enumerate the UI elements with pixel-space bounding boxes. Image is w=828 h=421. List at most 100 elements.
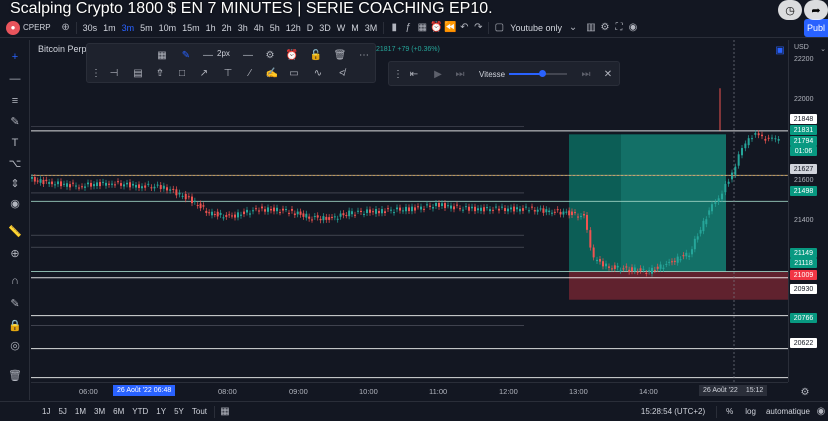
timeframe-m[interactable]: M xyxy=(348,23,362,33)
clock-icon[interactable]: ◷ xyxy=(778,0,802,20)
axis-settings-icon[interactable]: ⚙ xyxy=(798,385,812,399)
dash-icon[interactable]: — xyxy=(241,48,255,62)
price-chart[interactable] xyxy=(31,40,788,382)
vertical-line-icon[interactable]: ⊤ xyxy=(221,66,235,80)
fib-icon[interactable]: ≡ xyxy=(8,94,22,108)
alert-add-icon[interactable]: ⏰ xyxy=(285,48,299,62)
add-symbol-icon[interactable]: ⊕ xyxy=(59,21,73,35)
path-icon[interactable]: ∿ xyxy=(311,66,325,80)
speed-slider-knob[interactable] xyxy=(539,70,546,77)
log-toggle[interactable]: log xyxy=(745,407,756,416)
alert-icon[interactable]: ⏰ xyxy=(429,21,443,35)
text-icon[interactable]: T xyxy=(8,136,22,150)
range-1j[interactable]: 1J xyxy=(38,407,54,416)
line-width-label[interactable]: 2px xyxy=(217,49,230,58)
candle-style-icon[interactable]: ▮ xyxy=(387,21,401,35)
auto-toggle[interactable]: automatique xyxy=(766,407,810,416)
timeframe-1m[interactable]: 1m xyxy=(100,23,119,33)
timeframe-3m[interactable]: 3M xyxy=(362,23,381,33)
timeframe-w[interactable]: W xyxy=(334,23,349,33)
watchlist-dropdown[interactable]: Youtube only xyxy=(510,23,562,33)
timeframe-30s[interactable]: 30s xyxy=(80,23,101,33)
trend-line-icon[interactable]: — xyxy=(8,72,22,86)
percent-toggle[interactable]: % xyxy=(726,407,733,416)
range-icon[interactable]: ≮ xyxy=(335,66,349,80)
range-5j[interactable]: 5J xyxy=(54,407,70,416)
lock-icon[interactable]: 🔒 xyxy=(8,318,22,332)
timeframe-3h[interactable]: 3h xyxy=(235,23,251,33)
drag-handle-icon[interactable]: ⋮ xyxy=(391,67,405,81)
currency-label[interactable]: USD xyxy=(794,44,809,51)
drag-handle-icon[interactable]: ⋮ xyxy=(89,66,103,80)
range-5y[interactable]: 5Y xyxy=(170,407,188,416)
pencil-lock-icon[interactable]: ✎ xyxy=(8,296,22,310)
timeframe-15m[interactable]: 15m xyxy=(179,23,203,33)
ruler-small-icon[interactable]: ◉ xyxy=(814,405,828,419)
camera-icon[interactable]: ◉ xyxy=(626,21,640,35)
templates-icon[interactable]: ▦ xyxy=(415,21,429,35)
brush-icon[interactable]: ✎ xyxy=(8,114,22,128)
auto-scale-icon[interactable]: ▣ xyxy=(773,43,787,57)
more-icon[interactable]: ⋯ xyxy=(357,48,371,62)
timeframe-5m[interactable]: 5m xyxy=(137,23,156,33)
range-ytd[interactable]: YTD xyxy=(128,407,152,416)
lock-drawing-icon[interactable]: 🔓 xyxy=(309,48,323,62)
trash-icon[interactable]: 🗑 xyxy=(8,368,22,382)
indicators-icon[interactable]: ƒ xyxy=(401,21,415,35)
publish-button[interactable]: Publ xyxy=(804,19,828,37)
symbol-search[interactable]: CPERP xyxy=(23,23,51,32)
magnet-icon[interactable]: ∩ xyxy=(8,274,22,288)
template-icon[interactable]: ▦ xyxy=(155,48,169,62)
clock-label[interactable]: 15:28:54 (UTC+2) xyxy=(641,407,705,416)
line-style-icon[interactable]: — xyxy=(201,48,215,62)
undo-icon[interactable]: ↶ xyxy=(457,21,471,35)
rectangle-icon[interactable]: ▭ xyxy=(287,66,301,80)
replay-icon[interactable]: ⏪ xyxy=(443,21,457,35)
watchlist-checkbox-icon[interactable]: ▢ xyxy=(492,21,506,35)
range-tout[interactable]: Tout xyxy=(188,407,211,416)
range-3m[interactable]: 3M xyxy=(90,407,109,416)
play-icon[interactable]: ▶ xyxy=(431,67,445,81)
ray-icon[interactable]: ↗ xyxy=(197,66,211,80)
timeframe-5h[interactable]: 5h xyxy=(267,23,283,33)
settings-gear-icon[interactable]: ⚙ xyxy=(263,48,277,62)
jump-to-realtime-icon[interactable]: ⏭ xyxy=(579,67,593,81)
prediction-icon[interactable]: ⇕ xyxy=(8,176,22,190)
goto-date-icon[interactable]: ▦ xyxy=(218,405,232,419)
circle-shape-icon[interactable]: ◉ xyxy=(8,196,22,210)
select-bar-icon[interactable]: ⇤ xyxy=(407,67,421,81)
delete-drawing-icon[interactable]: 🗑 xyxy=(333,48,347,62)
chevron-down-icon[interactable]: ⌄ xyxy=(566,21,580,35)
settings-icon[interactable]: ⚙ xyxy=(598,21,612,35)
redo-icon[interactable]: ↷ xyxy=(471,21,485,35)
pen-icon[interactable]: ✍ xyxy=(265,66,279,80)
horizontal-ray-icon[interactable]: ⊣ xyxy=(107,66,121,80)
callout-icon[interactable]: □ xyxy=(175,66,189,80)
timeframe-4h[interactable]: 4h xyxy=(251,23,267,33)
layout-icon[interactable]: ▥ xyxy=(584,21,598,35)
step-forward-icon[interactable]: ⏭ xyxy=(453,67,467,81)
price-axis[interactable]: USD ⌄ 2220022000218002160021400212002184… xyxy=(788,40,828,382)
timeframe-d[interactable]: D xyxy=(304,23,317,33)
user-avatar[interactable]: ● xyxy=(6,20,20,35)
timeframe-3m[interactable]: 3m xyxy=(119,23,138,33)
crosshair-icon[interactable]: + xyxy=(8,50,22,64)
timeframe-10m[interactable]: 10m xyxy=(156,23,180,33)
fullscreen-icon[interactable]: ⛶ xyxy=(612,21,626,35)
share-icon[interactable]: ➦ xyxy=(804,0,828,20)
timeframe-2h[interactable]: 2h xyxy=(219,23,235,33)
pen-color-icon[interactable]: ✎ xyxy=(179,48,193,62)
eye-icon[interactable]: ◎ xyxy=(8,338,22,352)
timeframe-3d[interactable]: 3D xyxy=(316,23,334,33)
timeframe-1h[interactable]: 1h xyxy=(203,23,219,33)
currency-chevron-icon[interactable]: ⌄ xyxy=(816,42,828,56)
range-6m[interactable]: 6M xyxy=(109,407,128,416)
long-position-icon[interactable]: ⇮ xyxy=(153,66,167,80)
parallel-channel-icon[interactable]: ∕ xyxy=(243,66,257,80)
range-1y[interactable]: 1Y xyxy=(152,407,170,416)
range-1m[interactable]: 1M xyxy=(71,407,90,416)
time-axis[interactable]: 06:00 08:00 09:00 10:00 11:00 12:00 13:00 14:00… xyxy=(31,382,788,400)
timeframe-12h[interactable]: 12h xyxy=(283,23,304,33)
close-icon[interactable]: ✕ xyxy=(601,67,615,81)
pattern-icon[interactable]: ⌥ xyxy=(8,156,22,170)
